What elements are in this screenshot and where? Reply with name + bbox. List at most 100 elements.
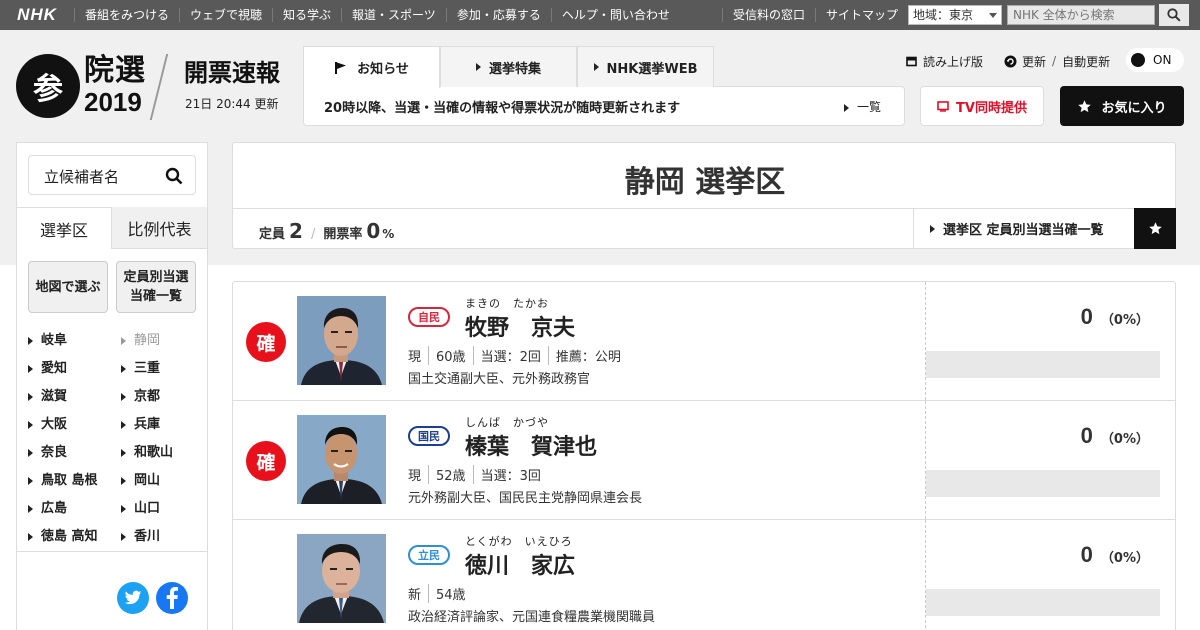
nav-participate[interactable]: 参加・応募する xyxy=(445,8,551,22)
pref-yamaguchi[interactable]: 山口 xyxy=(121,497,160,516)
counting-rate-value: 0 xyxy=(366,219,381,243)
candidate-photo xyxy=(297,534,386,623)
pref-shiga[interactable]: 滋賀 xyxy=(28,385,67,404)
elected-badge: 確 xyxy=(246,441,286,481)
map-select-button[interactable]: 地図で選ぶ xyxy=(28,261,108,313)
read-aloud-link[interactable]: 読み上げ版 xyxy=(906,52,983,70)
vote-share: （0%） xyxy=(1100,551,1149,566)
twitter-icon xyxy=(124,590,142,605)
vote-share: （0%） xyxy=(1100,313,1149,328)
counting-rate-unit: % xyxy=(382,227,395,241)
candidate-row[interactable]: 立民 とくがわ いえひろ 徳川 家広 新 54歳 政治経済評論家、元国連食糧農業… xyxy=(233,520,1175,630)
triangle-right-icon xyxy=(28,420,33,429)
triangle-right-icon xyxy=(930,224,935,233)
nav-find-programs[interactable]: 番組をみつける xyxy=(74,8,179,22)
pref-okayama[interactable]: 岡山 xyxy=(121,469,160,488)
triangle-right-icon xyxy=(28,336,33,345)
triangle-right-icon xyxy=(121,448,126,457)
pref-label: 広島 xyxy=(41,501,68,516)
district-header: 静岡 選挙区 定員 2 / 開票率 0 % 選挙区 定員別当選当確一覧 xyxy=(232,142,1176,249)
nav-fee-window[interactable]: 受信料の窓口 xyxy=(722,8,815,22)
candidate-search[interactable]: 立候補者名 xyxy=(28,155,196,195)
pref-kagawa[interactable]: 香川 xyxy=(121,525,160,544)
pref-tottori-shimane[interactable]: 鳥取 島根 xyxy=(28,469,98,488)
news-panel: 20時以降、当選・当確の情報や得票状況が随時更新されます 一覧 xyxy=(303,86,905,126)
election-logo-mark: 参 xyxy=(16,54,80,118)
winners-list-button[interactable]: 定員別当選 当確一覧 xyxy=(116,261,196,313)
global-search-input[interactable] xyxy=(1007,5,1155,25)
pref-label: 静岡 xyxy=(134,333,161,348)
pref-aichi[interactable]: 愛知 xyxy=(28,357,67,376)
seat-info: 定員 2 / 開票率 0 % xyxy=(259,219,394,243)
region-value: 東京 xyxy=(949,8,974,22)
candidate-status: 現 xyxy=(408,469,422,484)
sidebar-divider xyxy=(17,551,207,552)
tab-election-feature[interactable]: 選挙特集 xyxy=(440,46,577,87)
candidate-kana: とくがわ いえひろ xyxy=(465,535,573,548)
pref-label: 岐阜 xyxy=(41,333,68,348)
triangle-right-icon xyxy=(475,63,481,71)
tab-notice[interactable]: お知らせ xyxy=(303,46,440,88)
candidate-meta: 現 60歳 当選：2回 推薦：公明 xyxy=(408,346,621,365)
facebook-share-button[interactable] xyxy=(156,582,188,614)
pref-hiroshima[interactable]: 広島 xyxy=(28,497,67,516)
district-title: 静岡 選挙区 xyxy=(624,165,786,200)
pref-label: 和歌山 xyxy=(134,445,174,460)
pref-osaka[interactable]: 大阪 xyxy=(28,413,67,432)
triangle-right-icon xyxy=(28,476,33,485)
pref-hyogo[interactable]: 兵庫 xyxy=(121,413,160,432)
pref-label: 岡山 xyxy=(134,473,161,488)
chevron-down-icon xyxy=(989,13,997,18)
search-icon[interactable] xyxy=(165,167,183,185)
candidate-row[interactable]: 確 国民 しんば かづや 榛葉 賀津也 現 52歳 当選：3回 元外務副大臣、国… xyxy=(233,401,1175,520)
candidate-name[interactable]: 榛葉 賀津也 xyxy=(465,429,597,461)
district-favorite-button[interactable] xyxy=(1134,208,1176,249)
counting-rate-label: 開票率 xyxy=(323,227,363,242)
candidate-search-placeholder: 立候補者名 xyxy=(44,168,120,186)
vote-bar xyxy=(926,589,1160,616)
nav-watch-web[interactable]: ウェブで視聴 xyxy=(179,8,272,22)
candidate-name[interactable]: 徳川 家広 xyxy=(465,548,575,580)
candidate-description: 政治経済評論家、元国連食糧農業機関職員 xyxy=(408,610,656,625)
auto-refresh-toggle[interactable]: ON xyxy=(1126,48,1184,72)
pref-wakayama[interactable]: 和歌山 xyxy=(121,441,173,460)
nav-sitemap[interactable]: サイトマップ xyxy=(815,8,908,22)
vote-column: 0 （0%） xyxy=(925,401,1175,519)
candidate-name[interactable]: 牧野 京夫 xyxy=(465,310,575,342)
tab-proportional[interactable]: 比例代表 xyxy=(112,207,207,249)
district-winners-link[interactable]: 選挙区 定員別当選当確一覧 xyxy=(913,208,1133,249)
vote-count: 0 （0%） xyxy=(1081,542,1149,568)
sidebar-tabs: 選挙区 比例代表 xyxy=(17,207,207,249)
district-panel: 地図で選ぶ 定員別当選 当確一覧 岐阜 静岡 愛知 三重 滋賀 京都 大阪 兵庫… xyxy=(17,249,207,630)
candidate-age: 60歳 xyxy=(428,346,466,365)
document-icon xyxy=(906,56,917,66)
candidate-row[interactable]: 確 自民 まきの たかお 牧野 京夫 現 60歳 当選：2回 推薦：公明 国土交… xyxy=(233,282,1175,401)
pref-shizuoka[interactable]: 静岡 xyxy=(121,329,160,348)
news-list-link[interactable]: 一覧 xyxy=(844,98,881,115)
refresh-button[interactable]: 更新 / 自動更新 xyxy=(1004,52,1110,70)
tv-simulcast-button[interactable]: TV同時提供 xyxy=(920,86,1044,126)
pref-label: 香川 xyxy=(134,529,161,544)
pref-label: 徳島 高知 xyxy=(41,529,98,544)
news-text[interactable]: 20時以降、当選・当確の情報や得票状況が随時更新されます xyxy=(324,97,680,116)
pref-tokushima-kochi[interactable]: 徳島 高知 xyxy=(28,525,98,544)
tab-nhk-election-web[interactable]: NHK選挙WEB xyxy=(577,46,714,87)
last-updated: 21日 20:44 更新 xyxy=(185,97,279,111)
region-select[interactable]: 地域：東京 xyxy=(908,5,1002,25)
nhk-logo[interactable]: NHK xyxy=(0,0,74,30)
pref-nara[interactable]: 奈良 xyxy=(28,441,67,460)
nav-news-sports[interactable]: 報道・スポーツ xyxy=(341,8,446,22)
candidate-terms: 当選：3回 xyxy=(472,465,541,484)
nav-help[interactable]: ヘルプ・問い合わせ xyxy=(550,8,680,22)
election-logo-year: 2019 xyxy=(84,87,142,117)
pref-kyoto[interactable]: 京都 xyxy=(121,385,160,404)
global-search-button[interactable] xyxy=(1159,4,1189,26)
tab-districts[interactable]: 選挙区 xyxy=(17,207,112,249)
nav-learn[interactable]: 知る学ぶ xyxy=(272,8,341,22)
news-list-label: 一覧 xyxy=(857,100,882,114)
triangle-right-icon xyxy=(28,364,33,373)
pref-gifu[interactable]: 岐阜 xyxy=(28,329,67,348)
pref-mie[interactable]: 三重 xyxy=(121,357,160,376)
favorites-button[interactable]: お気に入り xyxy=(1060,86,1184,126)
twitter-share-button[interactable] xyxy=(117,582,149,614)
